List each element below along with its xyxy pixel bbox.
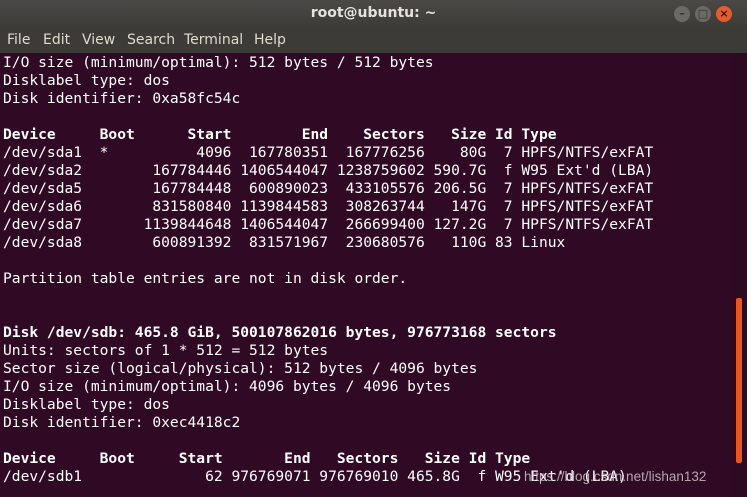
terminal-line: /dev/sda1 * 4096 167780351 167776256 80G… [3,144,654,161]
menu-view[interactable]: View [82,32,115,48]
terminal-line: Disklabel type: dos [3,72,170,89]
terminal-line: Sector size (logical/physical): 512 byte… [3,360,478,377]
maximize-icon[interactable]: □ [695,6,711,22]
minimize-icon[interactable]: – [674,6,690,22]
window-title: root@ubuntu: ~ [310,5,437,21]
menu-help[interactable]: Help [254,32,286,48]
terminal-line: Disk identifier: 0xa58fc54c [3,90,241,107]
terminal-line: /dev/sda8 600891392 831571967 230680576 … [3,234,566,251]
terminal-line: /dev/sda5 167784448 600890023 433105576 … [3,180,654,197]
terminal-line: Disk identifier: 0xec4418c2 [3,414,241,431]
menu-bar: File Edit View Search Terminal Help [0,28,747,53]
terminal-line: Device Boot Start End Sectors Size Id Ty… [3,450,531,467]
window-titlebar[interactable]: root@ubuntu: ~ – □ × [0,0,747,28]
menu-terminal[interactable]: Terminal [184,32,243,48]
terminal-line: /dev/sda2 167784446 1406544047 123875960… [3,162,654,179]
terminal-line: Partition table entries are not in disk … [3,270,408,287]
scrollbar-thumb[interactable] [736,298,742,463]
close-icon[interactable]: × [716,6,732,22]
terminal-line: Disklabel type: dos [3,396,170,413]
scrollbar[interactable] [733,53,747,497]
terminal-line: /dev/sda7 1139844648 1406544047 26669940… [3,216,654,233]
terminal-line: I/O size (minimum/optimal): 4096 bytes /… [3,378,452,395]
terminal-line: Units: sectors of 1 * 512 = 512 bytes [3,342,329,359]
menu-search[interactable]: Search [127,32,175,48]
terminal-line: I/O size (minimum/optimal): 512 bytes / … [3,54,434,71]
terminal-line: Device Boot Start End Sectors Size Id Ty… [3,126,557,143]
menu-edit[interactable]: Edit [43,32,70,48]
terminal-output[interactable]: I/O size (minimum/optimal): 512 bytes / … [0,53,733,497]
menu-file[interactable]: File [7,32,30,48]
watermark-text: https://blog.csdn.net/lishan132 [524,469,707,484]
terminal-line: /dev/sda6 831580840 1139844583 308263744… [3,198,654,215]
terminal-line: Disk /dev/sdb: 465.8 GiB, 500107862016 b… [3,324,557,341]
